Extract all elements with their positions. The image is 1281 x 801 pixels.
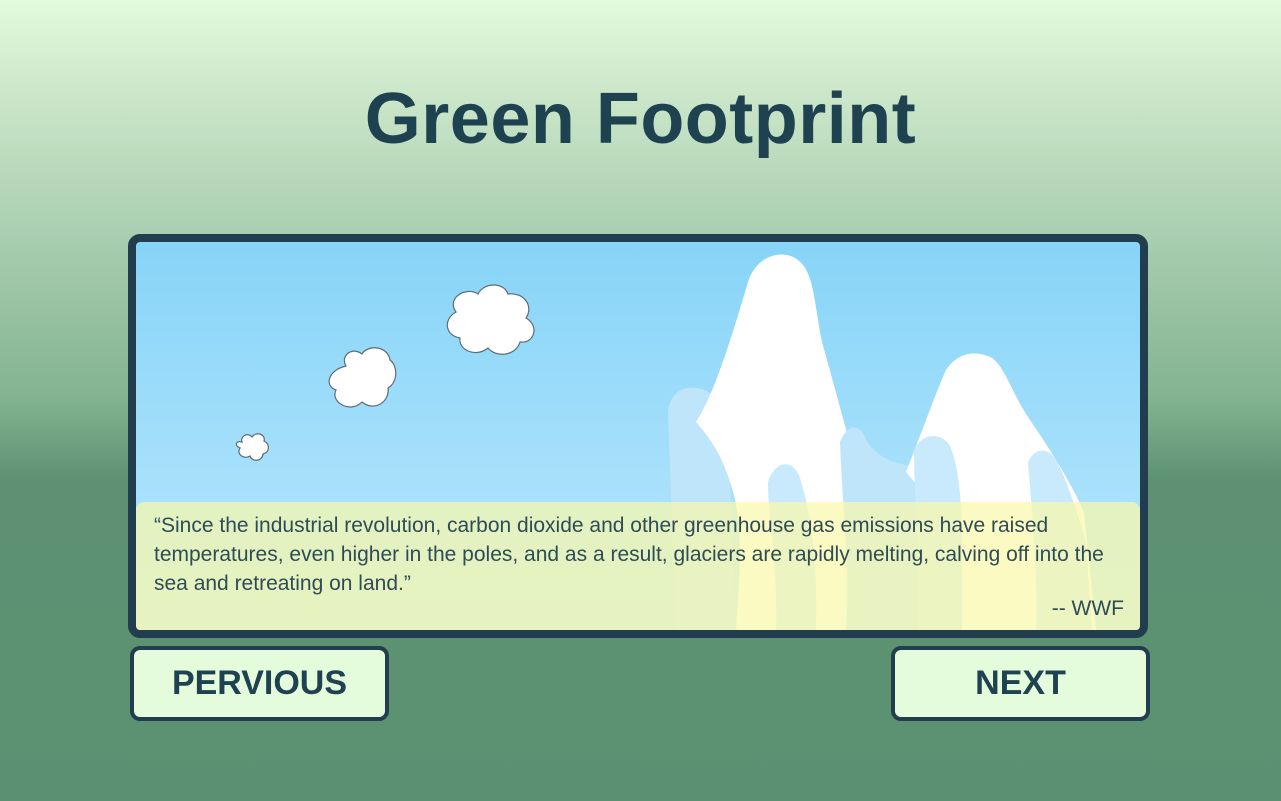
previous-button[interactable]: PERVIOUS bbox=[130, 646, 389, 721]
page-title: Green Footprint bbox=[364, 79, 917, 159]
slide-frame: “Since the industrial revolution, carbon… bbox=[128, 234, 1148, 638]
next-button[interactable]: NEXT bbox=[891, 646, 1150, 721]
cloud-icon bbox=[328, 347, 397, 408]
quote-text: “Since the industrial revolution, carbon… bbox=[154, 514, 1104, 595]
cloud-icon bbox=[235, 433, 269, 461]
quote-source: -- WWF bbox=[1051, 597, 1124, 620]
cloud-icon bbox=[446, 284, 535, 355]
